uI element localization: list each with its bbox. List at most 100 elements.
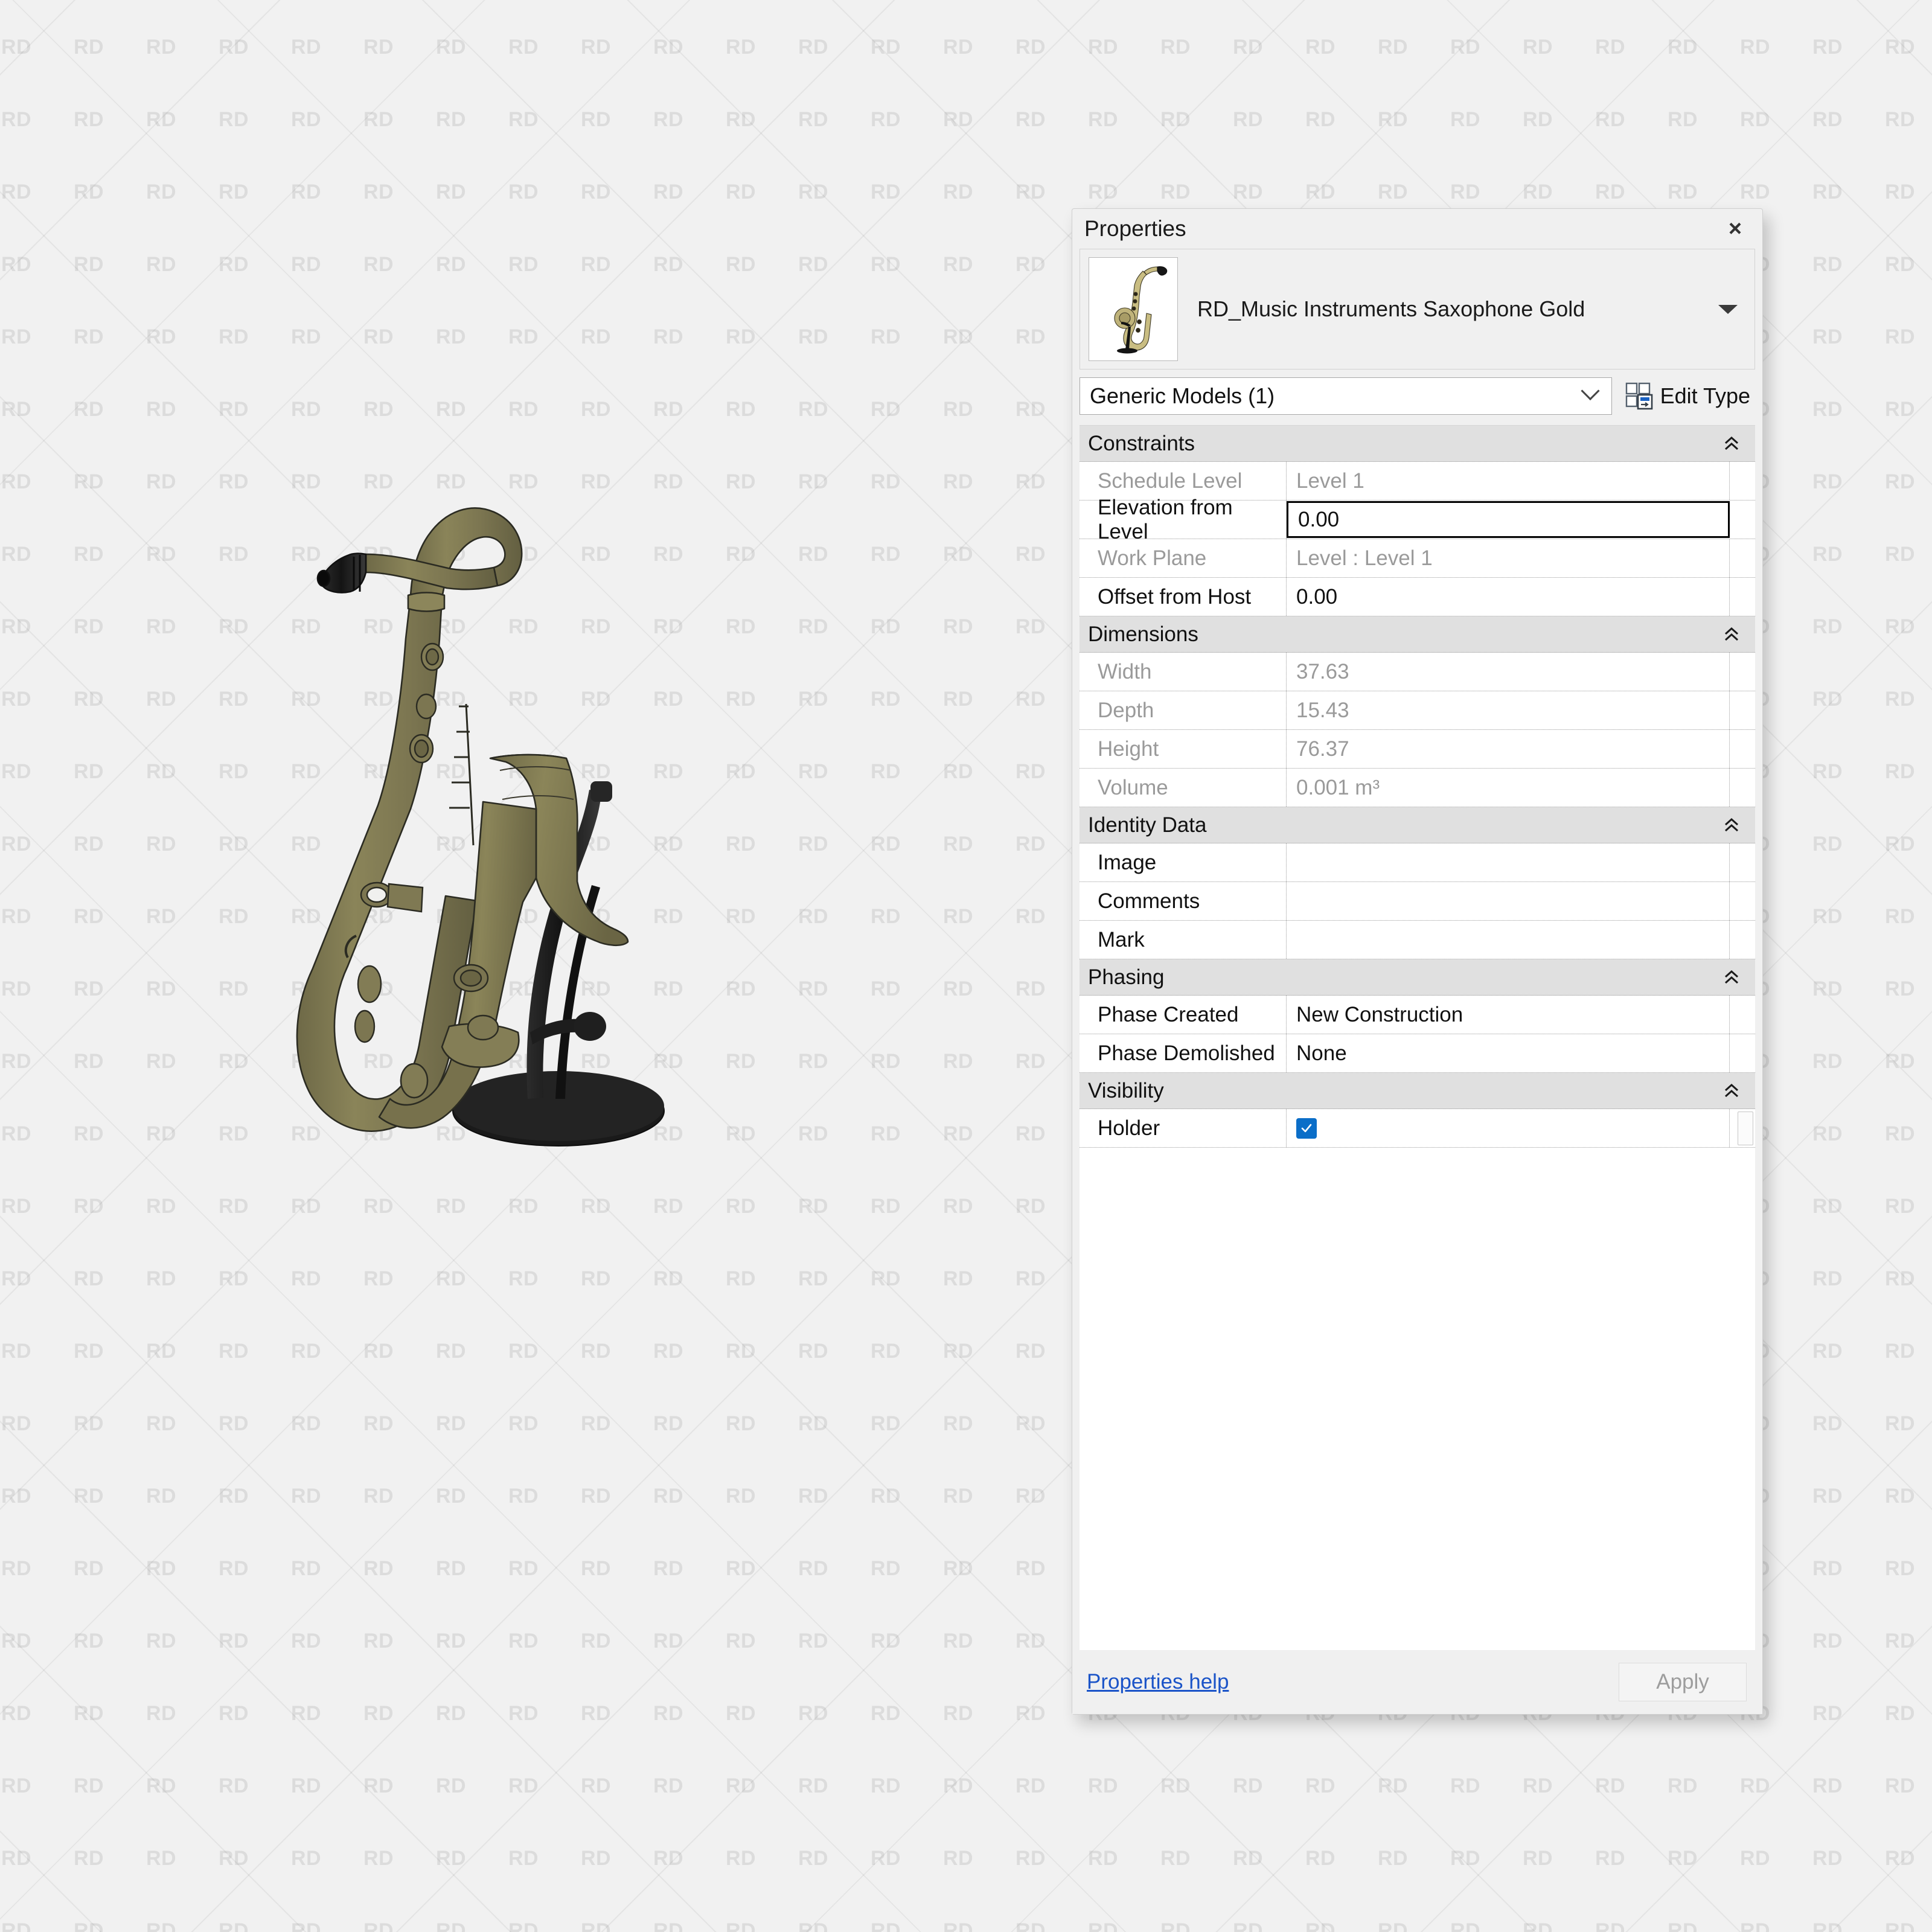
table-row[interactable]: Elevation from Level 0.00 — [1080, 496, 1755, 543]
watermark-label: RD — [1885, 180, 1916, 203]
watermark-label: RD — [363, 1846, 394, 1870]
watermark-label: RD — [1668, 1846, 1698, 1870]
collapse-chevron-icon[interactable] — [1721, 624, 1742, 645]
table-row[interactable]: Phase Created New Construction — [1080, 996, 1755, 1034]
watermark-label: RD — [871, 1919, 901, 1932]
watermark-label: RD — [726, 1919, 756, 1932]
param-value-cell[interactable]: Level 1 — [1287, 462, 1730, 500]
param-value-cell[interactable]: 76.37 — [1287, 730, 1730, 768]
table-row[interactable]: Phase Demolished None — [1080, 1034, 1755, 1073]
type-selector-dropdown-arrow[interactable] — [1710, 304, 1746, 314]
collapse-chevron-icon[interactable] — [1721, 815, 1742, 836]
watermark-label: RD — [1088, 1919, 1119, 1932]
watermark-label: RD — [1668, 107, 1698, 131]
close-icon[interactable]: × — [1714, 212, 1756, 246]
holder-checkbox[interactable] — [1296, 1118, 1317, 1139]
saxophone-thumbnail — [1089, 257, 1178, 361]
watermark-label: RD — [146, 760, 177, 783]
watermark-label: RD — [436, 1484, 467, 1508]
section-header-dimensions[interactable]: Dimensions — [1080, 616, 1755, 653]
table-row[interactable]: Holder — [1080, 1109, 1755, 1148]
watermark-label: RD — [508, 1484, 539, 1508]
param-value-text: New Construction — [1296, 1002, 1463, 1026]
watermark-label: RD — [1233, 107, 1264, 131]
table-row[interactable]: Volume 0.001 m³ — [1080, 769, 1755, 807]
param-value-cell[interactable] — [1287, 882, 1730, 920]
watermark-label: RD — [581, 1629, 612, 1652]
section-header-phasing[interactable]: Phasing — [1080, 959, 1755, 996]
watermark-label: RD — [436, 1412, 467, 1435]
category-select-label: Generic Models (1) — [1090, 383, 1275, 408]
table-row[interactable]: Depth 15.43 — [1080, 691, 1755, 730]
watermark-label: RD — [291, 35, 322, 59]
watermark-label: RD — [1523, 1846, 1553, 1870]
watermark-label: RD — [219, 1846, 249, 1870]
section-header-identity-data[interactable]: Identity Data — [1080, 807, 1755, 843]
apply-button[interactable]: Apply — [1619, 1663, 1747, 1701]
watermark-label: RD — [1812, 1122, 1843, 1145]
param-name: Image — [1080, 843, 1287, 881]
watermark-label: RD — [943, 1194, 974, 1218]
properties-help-link[interactable]: Properties help — [1087, 1670, 1229, 1694]
watermark-label: RD — [1450, 1846, 1481, 1870]
param-value-text: 0.00 — [1298, 507, 1340, 531]
watermark-label: RD — [436, 107, 467, 131]
watermark-label: RD — [1812, 325, 1843, 348]
watermark-label: RD — [1016, 1919, 1046, 1932]
edit-type-button[interactable]: Edit Type — [1620, 380, 1755, 412]
watermark-label: RD — [291, 1484, 322, 1508]
param-value-cell[interactable]: None — [1287, 1034, 1730, 1072]
chevron-down-icon — [1581, 381, 1600, 401]
table-row[interactable]: Schedule Level Level 1 — [1080, 462, 1755, 501]
table-row[interactable]: Offset from Host 0.00 — [1080, 578, 1755, 616]
param-value-cell[interactable] — [1287, 843, 1730, 881]
param-value-cell[interactable]: 0.00 — [1287, 501, 1730, 538]
param-value-cell[interactable]: 15.43 — [1287, 691, 1730, 729]
watermark-label: RD — [74, 615, 104, 638]
collapse-chevron-icon[interactable] — [1721, 967, 1742, 988]
param-value-cell[interactable]: 37.63 — [1287, 653, 1730, 691]
param-value-cell[interactable]: New Construction — [1287, 996, 1730, 1034]
watermark-label: RD — [943, 615, 974, 638]
table-row[interactable]: Width 37.63 — [1080, 653, 1755, 691]
watermark-label: RD — [1016, 107, 1046, 131]
param-name: Volume — [1080, 769, 1287, 807]
param-value-cell[interactable]: Level : Level 1 — [1287, 539, 1730, 577]
watermark-label: RD — [653, 180, 684, 203]
param-value-cell[interactable]: 0.00 — [1287, 578, 1730, 616]
watermark-label: RD — [871, 1846, 901, 1870]
watermark-label: RD — [943, 760, 974, 783]
param-value-cell[interactable] — [1287, 1109, 1753, 1147]
collapse-chevron-icon[interactable] — [1721, 433, 1742, 454]
table-row[interactable]: Comments — [1080, 882, 1755, 921]
watermark-label: RD — [1, 1194, 32, 1218]
section-header-constraints[interactable]: Constraints — [1080, 426, 1755, 462]
watermark-label: RD — [1812, 1556, 1843, 1580]
section-header-visibility[interactable]: Visibility — [1080, 1073, 1755, 1109]
watermark-label: RD — [219, 397, 249, 421]
table-row[interactable]: Mark — [1080, 921, 1755, 959]
watermark-label: RD — [726, 107, 756, 131]
param-value-cell[interactable]: 0.001 m³ — [1287, 769, 1730, 807]
watermark-label: RD — [798, 1194, 829, 1218]
table-row[interactable]: Image — [1080, 843, 1755, 882]
param-value-cell[interactable] — [1287, 921, 1730, 959]
watermark-label: RD — [1668, 1919, 1698, 1932]
watermark-label: RD — [1812, 832, 1843, 856]
saxophone-model-viewport[interactable] — [229, 423, 803, 1389]
vertical-scrollbar-thumb[interactable] — [1738, 1112, 1753, 1145]
watermark-label: RD — [146, 1556, 177, 1580]
collapse-chevron-icon[interactable] — [1721, 1081, 1742, 1101]
watermark-label: RD — [798, 1556, 829, 1580]
watermark-label: RD — [1378, 1846, 1409, 1870]
watermark-label: RD — [726, 35, 756, 59]
watermark-label: RD — [219, 252, 249, 276]
watermark-label: RD — [219, 35, 249, 59]
watermark-label: RD — [798, 1484, 829, 1508]
category-select[interactable]: Generic Models (1) — [1080, 377, 1612, 415]
watermark-label: RD — [146, 397, 177, 421]
type-selector-banner[interactable]: RD_Music Instruments Saxophone Gold — [1080, 249, 1755, 369]
table-row[interactable]: Work Plane Level : Level 1 — [1080, 539, 1755, 578]
watermark-label: RD — [291, 1412, 322, 1435]
table-row[interactable]: Height 76.37 — [1080, 730, 1755, 769]
